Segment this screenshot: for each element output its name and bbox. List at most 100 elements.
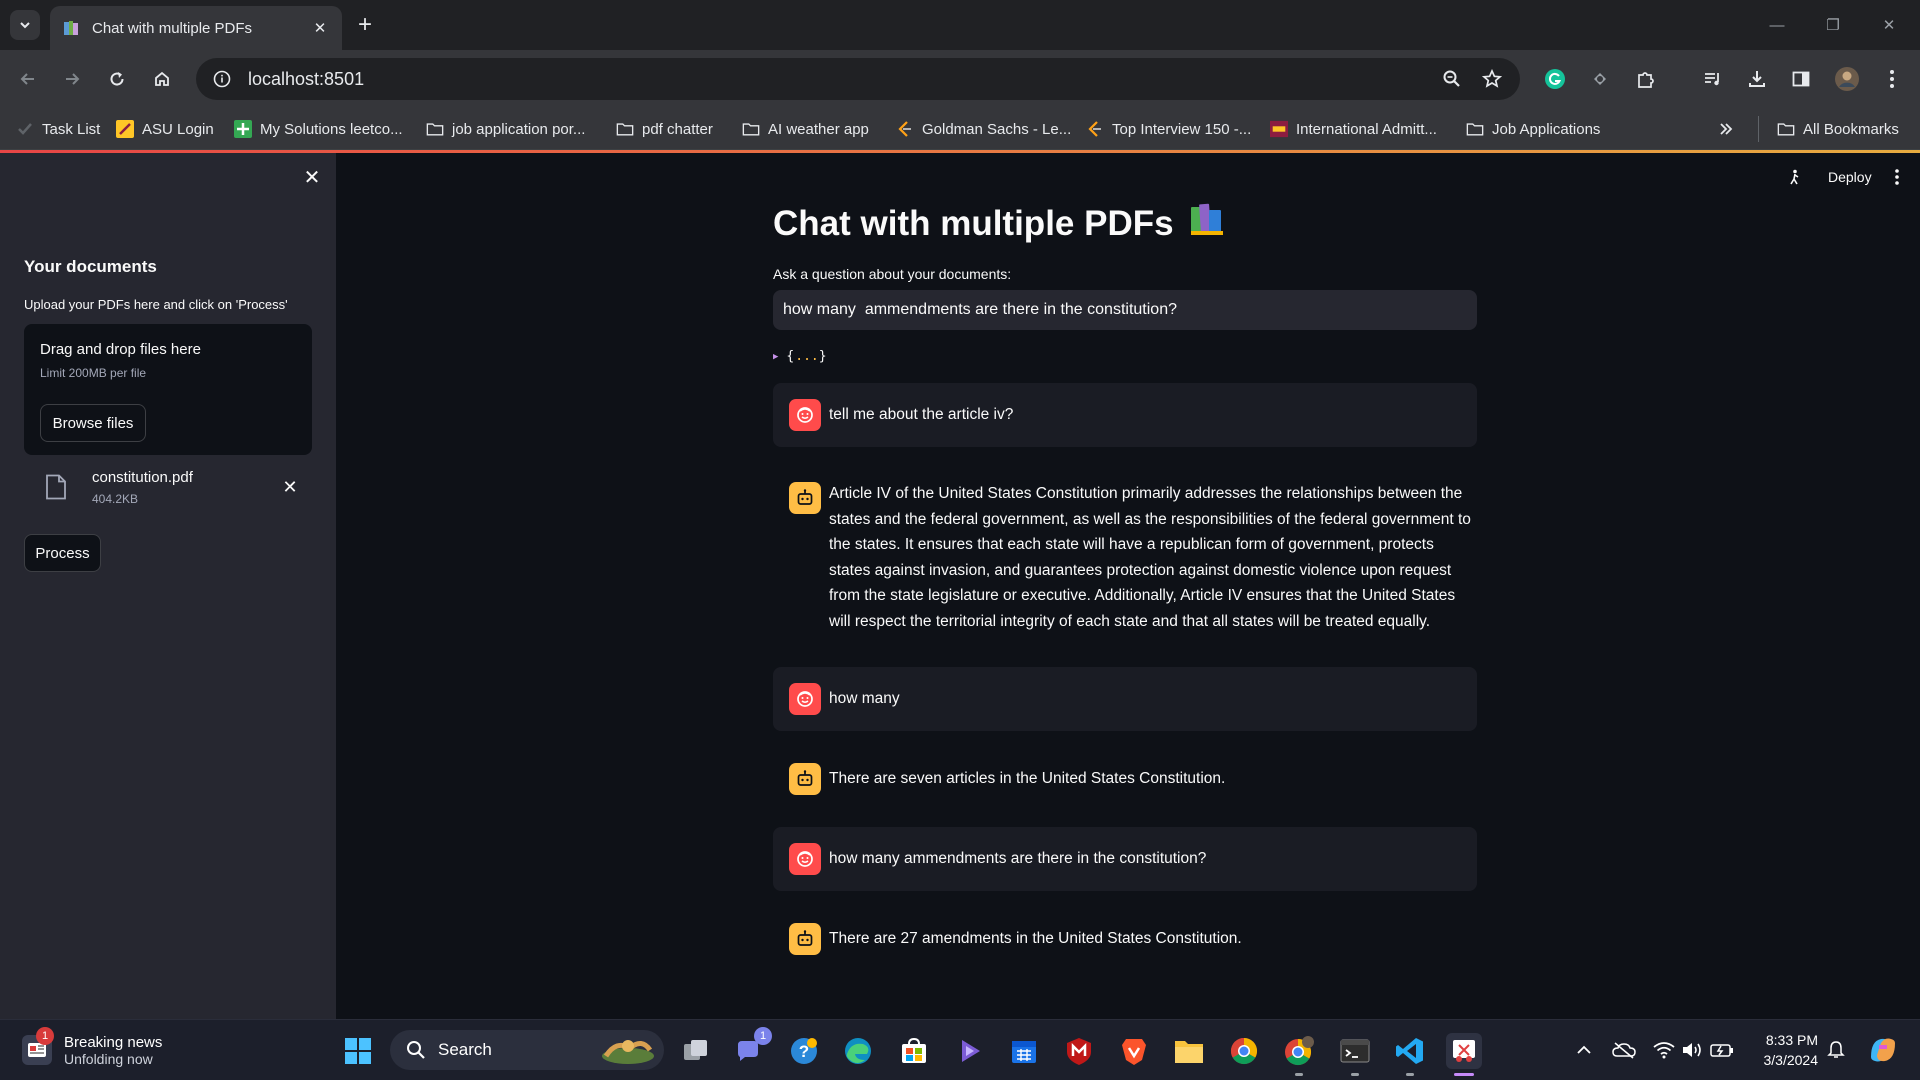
terminal-icon[interactable] — [1337, 1033, 1373, 1076]
folder-icon — [1777, 120, 1795, 138]
microsoft-store-icon[interactable] — [896, 1033, 932, 1069]
taskbar-search[interactable]: Search — [390, 1030, 664, 1070]
bookmark-international-admitted[interactable]: International Admitt... — [1270, 116, 1437, 142]
notification-bell-icon[interactable] — [1824, 1038, 1848, 1062]
profile-avatar[interactable] — [1833, 65, 1861, 93]
system-clock[interactable]: 8:33 PM 3/3/2024 — [1750, 1030, 1819, 1070]
json-viewer-toggle[interactable]: ▶ { ... } — [773, 349, 828, 364]
extension-icon[interactable] — [1586, 65, 1614, 93]
new-tab-button[interactable]: + — [352, 11, 378, 38]
edge-browser-icon[interactable] — [840, 1033, 876, 1069]
books-icon — [1188, 201, 1226, 246]
more-bookmarks-icon[interactable] — [1718, 116, 1734, 142]
back-icon[interactable] — [14, 65, 42, 93]
brave-browser-icon[interactable] — [1116, 1033, 1152, 1069]
media-controls-icon[interactable] — [1699, 65, 1727, 93]
remove-file-icon[interactable]: ✕ — [278, 475, 302, 499]
media-player-icon[interactable] — [951, 1033, 987, 1069]
bookmark-job-applications[interactable]: Job Applications — [1466, 116, 1600, 142]
site-info-icon[interactable] — [210, 67, 234, 91]
grammarly-icon[interactable] — [1541, 65, 1569, 93]
mcafee-icon[interactable] — [1061, 1033, 1097, 1069]
bookmark-job-application-portal[interactable]: job application por... — [426, 116, 585, 142]
address-bar[interactable]: localhost:8501 — [196, 58, 1520, 100]
url-text: localhost:8501 — [248, 68, 365, 89]
close-sidebar-icon[interactable]: ✕ — [300, 165, 324, 189]
bookmark-star-icon[interactable] — [1478, 65, 1506, 93]
onedrive-offline-icon[interactable] — [1612, 1038, 1636, 1062]
download-icon[interactable] — [1743, 65, 1771, 93]
deploy-button[interactable]: Deploy — [1828, 161, 1872, 193]
bookmark-pdf-chatter[interactable]: pdf chatter — [616, 116, 713, 142]
tray-overflow-icon[interactable] — [1572, 1038, 1596, 1062]
sidebar: ✕ Your documents Upload your PDFs here a… — [0, 153, 336, 1019]
chat-message-assistant: There are 27 amendments in the United St… — [773, 907, 1477, 971]
teams-badge: 1 — [754, 1027, 772, 1045]
chat-message-text: how many ammendments are there in the co… — [829, 850, 1207, 867]
question-input[interactable] — [773, 290, 1477, 330]
main-content: Deploy Chat with multiple PDFs Ask a que… — [336, 153, 1920, 1019]
chevron-down-icon — [20, 22, 30, 29]
sheets-plus-icon — [234, 120, 252, 138]
restore-icon[interactable]: ❐ — [1820, 12, 1846, 38]
windows-start-icon[interactable] — [340, 1033, 376, 1069]
all-bookmarks-label: All Bookmarks — [1803, 120, 1899, 138]
sidebar-heading: Your documents — [24, 257, 157, 276]
chrome-icon[interactable] — [1226, 1033, 1262, 1069]
minimize-icon[interactable]: — — [1764, 12, 1790, 38]
extensions-puzzle-icon[interactable] — [1632, 65, 1660, 93]
question-label: Ask a question about your documents: — [773, 266, 1012, 282]
taskbar: 1 Breaking news Unfolding now Search 1 ? — [0, 1019, 1920, 1080]
bookmark-label: Task List — [42, 120, 101, 138]
news-widget[interactable]: 1 Breaking news Unfolding now — [22, 1027, 162, 1070]
teams-chat-icon[interactable]: 1 — [732, 1027, 772, 1069]
process-button[interactable]: Process — [24, 534, 101, 572]
assistant-avatar-icon — [789, 763, 821, 795]
forward-icon[interactable] — [58, 65, 86, 93]
tab-active[interactable]: Chat with multiple PDFs ✕ — [50, 6, 342, 50]
wifi-icon[interactable] — [1652, 1038, 1676, 1062]
calendar-app-icon[interactable] — [1006, 1033, 1042, 1069]
tab-search-button[interactable] — [10, 10, 40, 40]
battery-icon[interactable] — [1710, 1038, 1734, 1062]
tab-title: Chat with multiple PDFs — [92, 19, 253, 37]
help-tips-icon[interactable]: ? — [786, 1033, 822, 1069]
task-view-icon[interactable] — [678, 1033, 714, 1069]
reload-icon[interactable] — [103, 65, 131, 93]
close-tab-icon[interactable]: ✕ — [310, 18, 330, 38]
browse-files-button[interactable]: Browse files — [40, 404, 146, 442]
running-man-icon[interactable] — [1788, 161, 1802, 193]
books-favicon-icon — [62, 19, 80, 37]
chrome-profile-icon[interactable] — [1281, 1033, 1317, 1076]
uploaded-file-row: constitution.pdf 404.2KB ✕ — [24, 465, 312, 513]
bookmark-my-solutions[interactable]: My Solutions leetco... — [234, 116, 403, 142]
snipping-tool-icon[interactable] — [1446, 1033, 1482, 1076]
bookmark-top-interview-150[interactable]: Top Interview 150 -... — [1086, 116, 1251, 142]
file-size: 404.2KB — [92, 492, 139, 506]
leetcode-icon — [896, 120, 914, 138]
app-menu-icon[interactable] — [1894, 161, 1900, 193]
page-title: Chat with multiple PDFs — [773, 201, 1226, 246]
leetcode-icon — [1086, 120, 1104, 138]
side-panel-icon[interactable] — [1787, 65, 1815, 93]
bookmark-ai-weather-app[interactable]: AI weather app — [742, 116, 869, 142]
bookmark-asu-login[interactable]: ASU Login — [116, 116, 214, 142]
chat-message-assistant: Article IV of the United States Constitu… — [773, 463, 1477, 631]
copilot-icon[interactable] — [1866, 1033, 1900, 1067]
browser-menu-icon[interactable] — [1878, 65, 1906, 93]
volume-icon[interactable] — [1680, 1038, 1704, 1062]
close-window-icon[interactable]: ✕ — [1876, 12, 1902, 38]
bookmark-goldman-sachs[interactable]: Goldman Sachs - Le... — [896, 116, 1071, 142]
file-explorer-icon[interactable] — [1171, 1033, 1207, 1069]
home-icon[interactable] — [148, 65, 176, 93]
bookmarks-bar: Task List ASU Login My Solutions leetco.… — [0, 108, 1920, 150]
search-label: Search — [438, 1040, 492, 1059]
file-dropzone[interactable]: Drag and drop files here Limit 200MB per… — [24, 324, 312, 455]
vscode-icon[interactable] — [1392, 1033, 1428, 1076]
bookmark-label: International Admitt... — [1296, 120, 1437, 138]
zoom-icon[interactable] — [1438, 65, 1466, 93]
running-indicator — [1406, 1073, 1414, 1076]
all-bookmarks-folder[interactable]: All Bookmarks — [1758, 116, 1899, 142]
folder-icon — [426, 120, 444, 138]
bookmark-task-list[interactable]: Task List — [16, 116, 100, 142]
